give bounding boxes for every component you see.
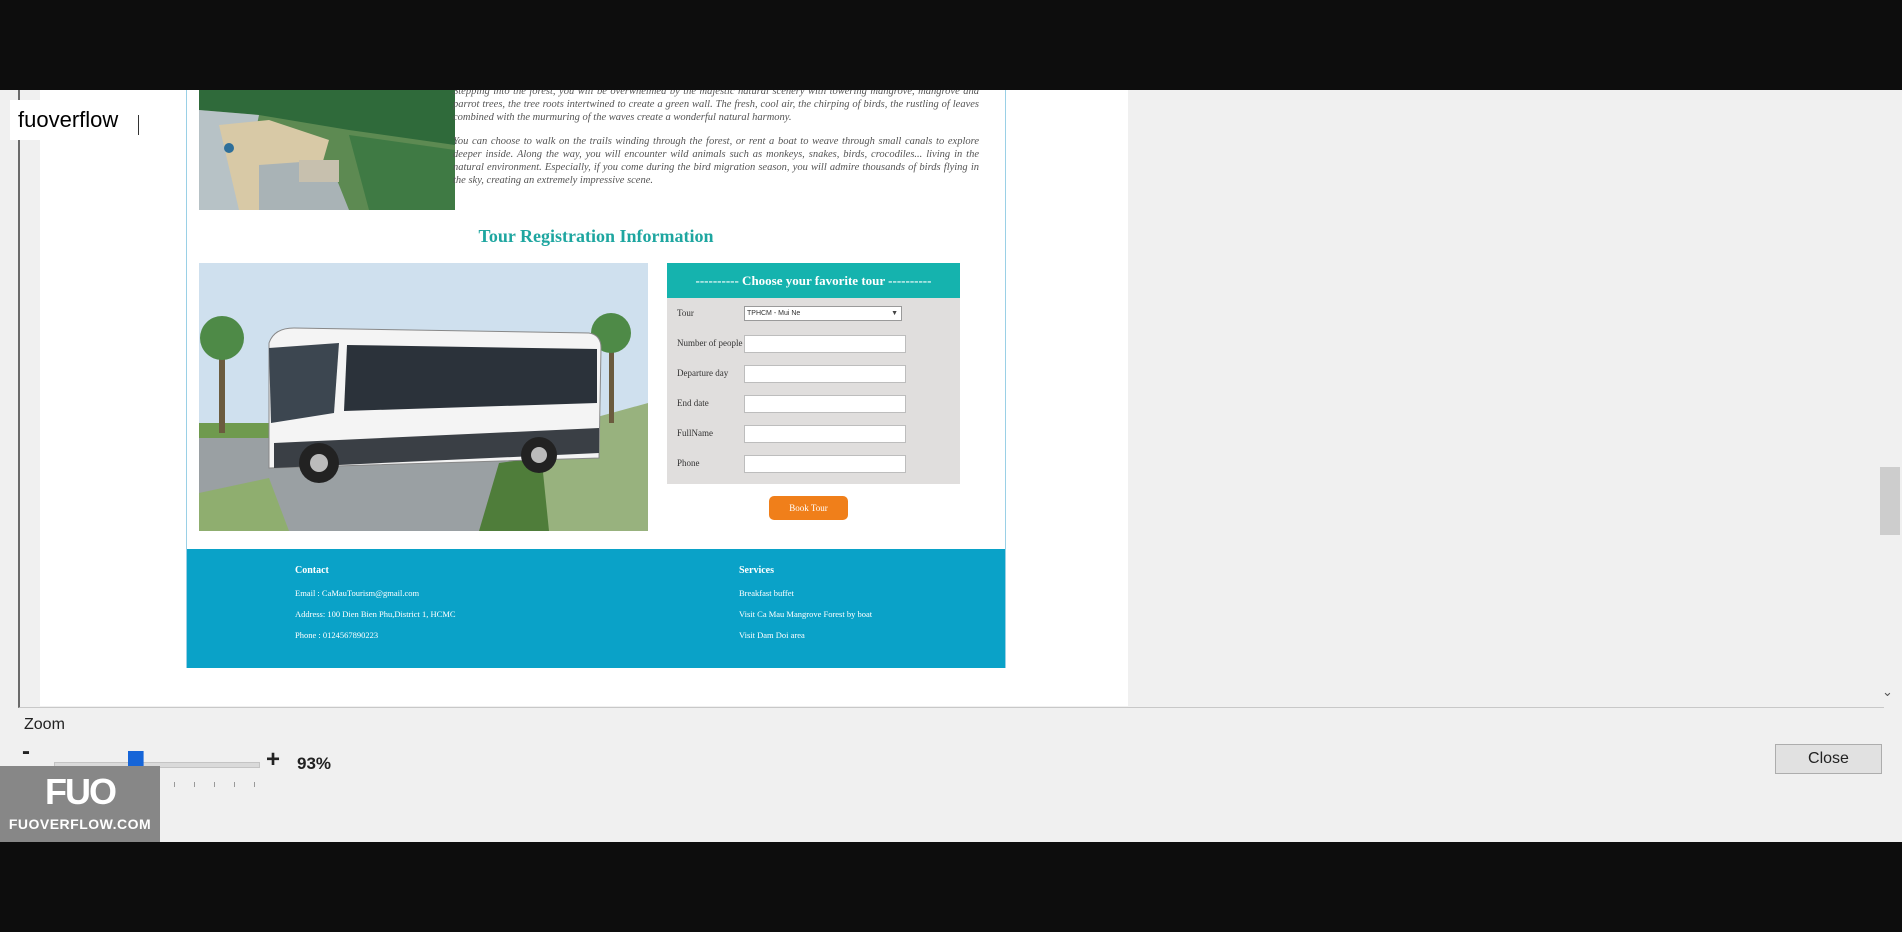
tour-form: ---------- Choose your favorite tour ---… [667, 263, 960, 484]
vertical-scroll-thumb[interactable] [1880, 467, 1900, 535]
intro-paragraph: You can choose to walk on the trails win… [453, 136, 979, 186]
fullname-input[interactable] [744, 425, 906, 443]
end-date-input[interactable] [744, 395, 906, 413]
book-tour-button[interactable]: Book Tour [769, 496, 848, 520]
services-column: Services Breakfast buffet Visit Ca Mau M… [739, 565, 872, 651]
site-logo: FUO FUOVERFLOW.COM [0, 766, 160, 842]
service-item: Visit Ca Mau Mangrove Forest by boat [739, 609, 873, 619]
intro-paragraph: Stepping into the forest, you will be ov… [453, 90, 979, 123]
page-footer: Contact Email : CaMauTourism@gmail.com A… [187, 549, 1005, 668]
departure-label: Departure day [677, 368, 729, 378]
people-input[interactable] [744, 335, 906, 353]
zoom-out-button[interactable]: - [22, 738, 30, 766]
services-title: Services [739, 565, 774, 576]
letterbox-top [0, 0, 1902, 90]
service-item: Breakfast buffet [739, 588, 794, 598]
mangrove-forest-image [199, 90, 455, 210]
text-cursor [138, 115, 139, 135]
tour-row: Tour TPHCM - Mui Ne ▼ [677, 305, 957, 323]
fullname-row: FullName [677, 425, 957, 443]
preview-page: Stepping into the forest, you will be ov… [40, 90, 1128, 706]
vertical-scrollbar[interactable] [1880, 90, 1902, 707]
contact-title: Contact [295, 565, 329, 576]
phone-row: Phone [677, 455, 957, 473]
logo-site-name: FUOVERFLOW.COM [8, 816, 152, 832]
contact-email: Email : CaMauTourism@gmail.com [295, 588, 420, 598]
tour-bus-image [199, 263, 648, 531]
end-date-label: End date [677, 398, 709, 408]
scroll-down-icon[interactable]: ⌄ [1882, 684, 1893, 700]
people-row: Number of people [677, 335, 957, 353]
contact-address: Address: 100 Dien Bien Phu,District 1, H… [295, 609, 456, 619]
fullname-label: FullName [677, 428, 713, 438]
form-header: ---------- Choose your favorite tour ---… [667, 263, 960, 298]
close-button[interactable]: Close [1775, 744, 1882, 774]
tour-select[interactable]: TPHCM - Mui Ne ▼ [744, 306, 902, 321]
watermark-label: fuoverflow [10, 100, 134, 140]
contact-phone: Phone : 0124567890223 [295, 630, 379, 640]
letterbox-bottom [0, 842, 1902, 932]
tour-document: Stepping into the forest, you will be ov… [186, 90, 1006, 668]
people-label: Number of people [677, 338, 743, 348]
registration-title: Tour Registration Information [478, 226, 714, 246]
chevron-down-icon: ▼ [891, 310, 898, 317]
departure-row: Departure day [677, 365, 957, 383]
phone-label: Phone [677, 458, 700, 468]
zoom-value: 93% [297, 754, 332, 773]
report-viewer-window: Stepping into the forest, you will be ov… [0, 90, 1902, 842]
departure-input[interactable] [744, 365, 906, 383]
preview-pane: Stepping into the forest, you will be ov… [18, 90, 1902, 708]
zoom-in-button[interactable]: + [266, 746, 280, 774]
logo-mark: FUO [45, 771, 117, 812]
tour-select-value: TPHCM - Mui Ne [747, 310, 801, 317]
zoom-label: Zoom [24, 716, 65, 733]
contact-column: Contact Email : CaMauTourism@gmail.com A… [295, 565, 456, 651]
service-item: Visit Dam Doi area [739, 630, 805, 640]
end-date-row: End date [677, 395, 957, 413]
tour-label: Tour [677, 308, 694, 318]
phone-input[interactable] [744, 455, 906, 473]
